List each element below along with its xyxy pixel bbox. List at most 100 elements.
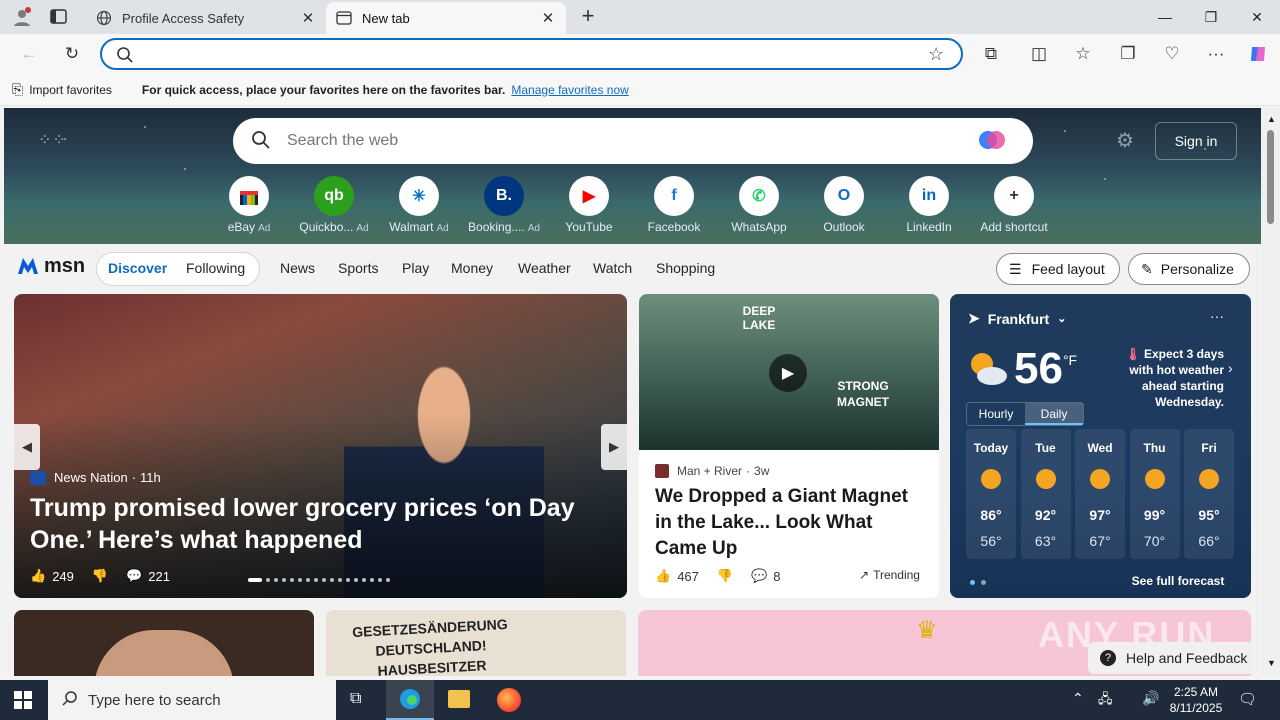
edge-taskbar-icon[interactable]: [386, 680, 434, 720]
split-screen-icon[interactable]: ◫: [1024, 40, 1054, 68]
forecast-day-wed[interactable]: Wed 97° 67°: [1075, 429, 1125, 559]
feed-layout-button[interactable]: ☰ Feed layout: [996, 253, 1120, 285]
settings-more-icon[interactable]: ···: [1201, 40, 1231, 68]
weather-alert[interactable]: 🌡 Expect 3 days with hot weather ahead s…: [1100, 346, 1240, 410]
back-icon[interactable]: ←: [14, 40, 44, 68]
nav-money[interactable]: Money: [451, 260, 493, 276]
comment-icon[interactable]: 💬: [751, 568, 767, 584]
see-full-forecast-button[interactable]: See full forecast: [1128, 574, 1228, 592]
tab-discover[interactable]: Discover: [108, 260, 167, 276]
scroll-up-icon[interactable]: ▲: [1267, 114, 1276, 124]
nav-weather[interactable]: Weather: [518, 260, 571, 276]
daily-toggle[interactable]: Daily: [1025, 403, 1083, 425]
quick-link-outlook[interactable]: O Outlook: [801, 176, 887, 234]
tab-profile-access-safety[interactable]: Profile Access Safety ✕: [86, 2, 326, 34]
forecast-day-today[interactable]: Today 86° 56°: [966, 429, 1016, 559]
dislike-icon[interactable]: 👎: [92, 568, 108, 584]
import-favorites-icon[interactable]: ⎘: [12, 81, 23, 98]
nav-shopping[interactable]: Shopping: [656, 260, 715, 276]
hourly-toggle[interactable]: Hourly: [967, 403, 1025, 425]
quick-link-walmart[interactable]: ✳ Walmart Ad: [376, 176, 462, 234]
tab-following[interactable]: Following: [186, 260, 245, 276]
web-search-box[interactable]: [233, 118, 1033, 164]
refresh-icon[interactable]: ↻: [57, 40, 87, 68]
close-window-icon[interactable]: ✕: [1234, 0, 1280, 34]
story2-headline[interactable]: We Dropped a Giant Magnet in the Lake...…: [655, 484, 927, 562]
nav-sports[interactable]: Sports: [338, 260, 378, 276]
chevron-right-icon[interactable]: ›: [1228, 360, 1233, 376]
copilot-icon[interactable]: [977, 125, 1007, 158]
quick-link-linkedin[interactable]: in LinkedIn: [886, 176, 972, 234]
story-card-bottom-2[interactable]: GESETZESÄNDERUNG DEUTSCHLAND! HAUSBESITZ…: [326, 610, 626, 676]
comment-icon[interactable]: 💬: [126, 568, 142, 584]
carousel-dots[interactable]: [248, 578, 390, 582]
new-tab-button[interactable]: +: [576, 3, 600, 31]
file-explorer-icon[interactable]: [448, 690, 470, 708]
play-icon[interactable]: ▶: [769, 354, 807, 392]
task-view-icon[interactable]: ⧉: [350, 690, 361, 708]
close-tab-icon[interactable]: ✕: [300, 9, 316, 27]
apps-grid-icon[interactable]: ⁘⁘: [38, 130, 67, 150]
import-favorites-button[interactable]: Import favorites: [29, 83, 112, 97]
lead-headline[interactable]: Trump promised lower grocery prices ‘on …: [30, 492, 615, 556]
lead-story-card[interactable]: ◀ ▶ News Nation · 11h Trump promised low…: [14, 294, 627, 598]
quick-link-whatsapp[interactable]: ✆ WhatsApp: [716, 176, 802, 234]
extensions-icon[interactable]: ⧉: [976, 40, 1006, 68]
quick-link-booking[interactable]: B. Booking.... Ad: [461, 176, 547, 234]
web-search-input[interactable]: [287, 127, 967, 155]
address-input[interactable]: [142, 44, 922, 66]
quick-link-facebook[interactable]: f Facebook: [631, 176, 717, 234]
notifications-icon[interactable]: 🗨: [1238, 690, 1257, 708]
sign-in-button[interactable]: Sign in: [1155, 122, 1237, 160]
more-options-icon[interactable]: ···: [1210, 308, 1224, 324]
scroll-down-icon[interactable]: ▼: [1267, 658, 1276, 668]
browser-essentials-icon[interactable]: ♡: [1157, 40, 1187, 68]
address-bar[interactable]: ☆: [100, 38, 963, 70]
network-icon[interactable]: 🖧: [1098, 690, 1113, 712]
msn-logo[interactable]: msn: [16, 254, 85, 278]
tab-new-tab[interactable]: New tab ✕: [326, 2, 566, 34]
taskbar-search-box[interactable]: Type here to search: [48, 680, 336, 720]
copilot-icon[interactable]: [1243, 40, 1273, 68]
scrollbar-thumb[interactable]: [1267, 130, 1274, 224]
help-feedback-button[interactable]: ? Help and Feedback: [1088, 642, 1254, 674]
nav-play[interactable]: Play: [402, 260, 429, 276]
show-hidden-icons[interactable]: ⌃: [1072, 690, 1084, 707]
weather-location[interactable]: ➤ Frankfurt ⌄: [968, 310, 1066, 327]
forecast-day-fri[interactable]: Fri 95° 66°: [1184, 429, 1234, 559]
speaker-icon[interactable]: 🔊: [1142, 690, 1159, 707]
quick-link-quickbo[interactable]: qb Quickbo... Ad: [291, 176, 377, 234]
profile-avatar-icon[interactable]: [10, 5, 34, 29]
weather-card[interactable]: ➤ Frankfurt ⌄ ··· 56 °F 🌡 Expect 3 days …: [950, 294, 1251, 598]
story-card-bottom-1[interactable]: [14, 610, 314, 676]
windows-start-icon[interactable]: [14, 691, 32, 712]
nav-watch[interactable]: Watch: [593, 260, 632, 276]
forecast-day-thu[interactable]: Thu 99° 70°: [1129, 429, 1180, 559]
carousel-next-button[interactable]: ▶: [601, 424, 627, 470]
close-tab-icon[interactable]: ✕: [540, 9, 556, 27]
clock[interactable]: 2:25 AM 8/11/2025: [1166, 684, 1226, 716]
story-video-thumbnail[interactable]: DEEP LAKE STRONG MAGNET ▶: [639, 294, 939, 450]
like-icon[interactable]: 👍: [30, 568, 46, 584]
quick-link-add-shortcut[interactable]: + Add shortcut: [971, 176, 1057, 234]
collections-icon[interactable]: ❐: [1113, 40, 1143, 68]
dislike-icon[interactable]: 👎: [717, 568, 733, 584]
carousel-prev-button[interactable]: ◀: [14, 424, 40, 470]
favorites-icon[interactable]: ☆: [1068, 40, 1098, 68]
quick-link-ebay[interactable]: eBay Ad: [206, 176, 292, 234]
tab-actions-icon[interactable]: [50, 9, 68, 25]
like-icon[interactable]: 👍: [655, 568, 671, 584]
forecast-day-tue[interactable]: Tue 92° 63°: [1020, 429, 1071, 559]
quick-link-youtube[interactable]: ▶ YouTube: [546, 176, 632, 234]
page-scrollbar[interactable]: ▲ ▼: [1261, 108, 1280, 676]
minimize-icon[interactable]: —: [1142, 0, 1188, 34]
personalize-button[interactable]: ✎ Personalize: [1128, 253, 1250, 285]
settings-gear-icon[interactable]: ⚙: [1116, 128, 1134, 153]
favorite-star-icon[interactable]: ☆: [928, 44, 944, 65]
firefox-icon[interactable]: [497, 688, 521, 712]
nav-news[interactable]: News: [280, 260, 315, 276]
carousel-dots[interactable]: [970, 580, 986, 585]
restore-icon[interactable]: ❐: [1188, 0, 1234, 34]
story-card-magnet[interactable]: DEEP LAKE STRONG MAGNET ▶ Man + River · …: [639, 294, 939, 598]
manage-favorites-link[interactable]: Manage favorites now: [511, 83, 628, 97]
